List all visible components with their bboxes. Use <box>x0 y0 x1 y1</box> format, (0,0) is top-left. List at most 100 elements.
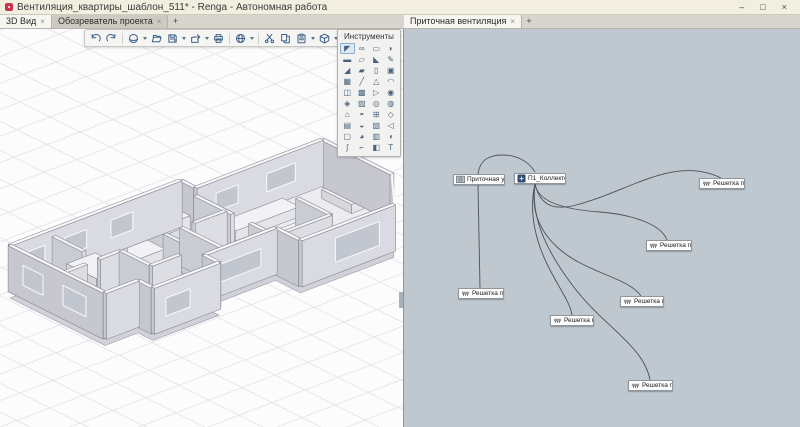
roof-tool-button[interactable]: ◣ <box>369 54 384 65</box>
assembly-tool-icon: ◫ <box>343 88 351 97</box>
paste-dropdown-caret-icon[interactable] <box>311 37 315 40</box>
dimension-tool-button[interactable]: ◠ <box>384 76 399 87</box>
hatch-tool-button[interactable]: △ <box>369 76 384 87</box>
save-dropdown-caret-icon[interactable] <box>182 37 186 40</box>
export-3d-button[interactable] <box>317 32 332 45</box>
rectangle-tool-button[interactable]: ▭ <box>369 43 384 54</box>
diagram-node-grille-5[interactable]: Решетка пр... <box>550 315 594 326</box>
diagram-node-grille-2[interactable]: Решетка пр... <box>646 240 692 251</box>
splitter-handle[interactable] <box>399 292 403 308</box>
panel-tool-button[interactable]: ◧ <box>369 142 384 153</box>
detail-tool-button[interactable]: ◍ <box>384 98 399 109</box>
window-tool-button[interactable]: ▣ <box>384 65 399 76</box>
corner-tool-button[interactable]: ⌐ <box>355 142 370 153</box>
tab-project-explorer-label: Обозреватель проекта <box>58 15 153 28</box>
visualization-button[interactable] <box>233 32 248 45</box>
save-button[interactable] <box>165 32 180 45</box>
door-tool-button[interactable]: ▯ <box>369 65 384 76</box>
minimize-button[interactable]: – <box>739 1 744 14</box>
left-add-tab-button[interactable]: + <box>168 15 182 28</box>
text-tool-button[interactable]: T <box>384 142 399 153</box>
image-tool-button[interactable]: ▩ <box>355 87 370 98</box>
line-tool-button[interactable]: ╱ <box>355 76 370 87</box>
rows-tool-button[interactable]: ▥ <box>369 131 384 142</box>
diagram-node-grille-3[interactable]: Решетка пр... <box>458 288 504 299</box>
tab-3d-view[interactable]: 3D Вид × <box>0 15 52 28</box>
assembly-tool-button[interactable]: ◫ <box>340 87 355 98</box>
edge-collector-to-grille-6[interactable] <box>534 184 650 380</box>
grille-icon <box>461 290 470 298</box>
close-button[interactable]: × <box>782 1 787 14</box>
print-icon <box>213 33 224 44</box>
edge-supply-to-collector[interactable] <box>478 155 535 174</box>
circle-tool-button[interactable]: ◎ <box>369 98 384 109</box>
equipment-tool-button[interactable]: ◈ <box>340 98 355 109</box>
tab-supply-ventilation-close-icon[interactable]: × <box>510 15 515 28</box>
edge-collector-to-grille-5[interactable] <box>533 184 572 315</box>
point-tool-button[interactable]: ◉ <box>384 87 399 98</box>
3d-viewport[interactable]: ? Инструменты ◤∞▭◗▬▱◣✎◢▰▯▣▦╱△◠◫▩▷◉◈▨◎◍⌂◓… <box>0 29 404 427</box>
diagram-node-grille-1[interactable]: Решетка пр... <box>699 178 745 189</box>
tab-supply-ventilation[interactable]: Приточная вентиляция × <box>404 15 522 28</box>
right-add-tab-button[interactable]: + <box>522 15 536 28</box>
view-style-button[interactable] <box>126 32 141 45</box>
diagram-node-collector[interactable]: П1_Коллектор <box>514 173 566 184</box>
arc-tool-button[interactable]: ◗ <box>384 43 399 54</box>
shape-tool-icon: ◇ <box>388 110 394 119</box>
maximize-button[interactable]: □ <box>760 1 765 14</box>
tab-project-explorer[interactable]: Обозреватель проекта × <box>52 15 168 28</box>
spline-tool-button[interactable]: ∫ <box>340 142 355 153</box>
wall-tool-button[interactable]: ▬ <box>340 54 355 65</box>
grid-axes-tool-button[interactable]: ⊞ <box>369 109 384 120</box>
section-tool-button[interactable]: ◓ <box>355 109 370 120</box>
redo-icon <box>106 33 117 44</box>
open-button[interactable] <box>149 32 164 45</box>
column-tool-button[interactable]: ▰ <box>355 65 370 76</box>
tab-3d-view-close-icon[interactable]: × <box>40 15 45 28</box>
view-style-dropdown-caret-icon[interactable] <box>143 37 147 40</box>
marker-tool-button[interactable]: ▷ <box>369 87 384 98</box>
room-tool-icon: ⌂ <box>345 110 350 119</box>
room-tool-button[interactable]: ⌂ <box>340 109 355 120</box>
ramp-tool-icon: ◢ <box>344 66 350 75</box>
import-button[interactable] <box>188 32 203 45</box>
tab-project-explorer-close-icon[interactable]: × <box>157 15 162 28</box>
beam-tool-button[interactable]: ▱ <box>355 54 370 65</box>
pie-tool-button[interactable]: ◕ <box>355 131 370 142</box>
plate-tool-button[interactable]: ▢ <box>340 131 355 142</box>
print-button[interactable] <box>211 32 226 45</box>
table-tool-button[interactable]: ▦ <box>340 76 355 87</box>
panel-tool-icon: ◧ <box>372 143 380 152</box>
redo-button[interactable] <box>104 32 119 45</box>
play-tool-button[interactable]: ◁ <box>384 120 399 131</box>
region-tool-button[interactable]: ▧ <box>369 120 384 131</box>
undo-button[interactable] <box>88 32 103 45</box>
floor-tool-button[interactable]: ▤ <box>340 120 355 131</box>
opening-tool-button[interactable]: ▨ <box>355 98 370 109</box>
ventilation-diagram-panel[interactable]: Приточная у... П1_Коллектор Решетка пр... Р… <box>404 29 800 427</box>
select-tool-button[interactable]: ◤ <box>340 43 355 54</box>
title-bar: Вентиляция_квартиры_шаблон_511* - Renga … <box>0 0 800 15</box>
contour-tool-button[interactable]: ◖ <box>384 131 399 142</box>
edge-collector-to-grille-4[interactable] <box>534 184 641 296</box>
rotation-tool-button[interactable]: ◒ <box>355 120 370 131</box>
diagram-node-supply[interactable]: Приточная у... <box>453 174 505 185</box>
edge-collector-to-grille-2[interactable] <box>535 184 667 240</box>
ramp-tool-button[interactable]: ◢ <box>340 65 355 76</box>
import-dropdown-caret-icon[interactable] <box>205 37 209 40</box>
cut-button[interactable] <box>262 32 277 45</box>
measure-tool-button[interactable]: ∞ <box>355 43 370 54</box>
edge-supply-to-grille-3[interactable] <box>478 185 480 288</box>
visualization-dropdown-caret-icon[interactable] <box>250 37 254 40</box>
draw-tool-button[interactable]: ✎ <box>384 54 399 65</box>
diagram-node-grille-4[interactable]: Решетка пр... <box>620 296 664 307</box>
shape-tool-button[interactable]: ◇ <box>384 109 399 120</box>
diagram-node-grille-6[interactable]: Решетка пр... <box>628 380 673 391</box>
paste-button[interactable] <box>294 32 309 45</box>
column-tool-icon: ▰ <box>359 66 365 75</box>
copy-button[interactable] <box>278 32 293 45</box>
toolbar-separator <box>258 33 259 44</box>
scene-shape <box>299 239 302 287</box>
play-tool-icon: ◁ <box>388 121 394 130</box>
undo-icon <box>90 33 101 44</box>
